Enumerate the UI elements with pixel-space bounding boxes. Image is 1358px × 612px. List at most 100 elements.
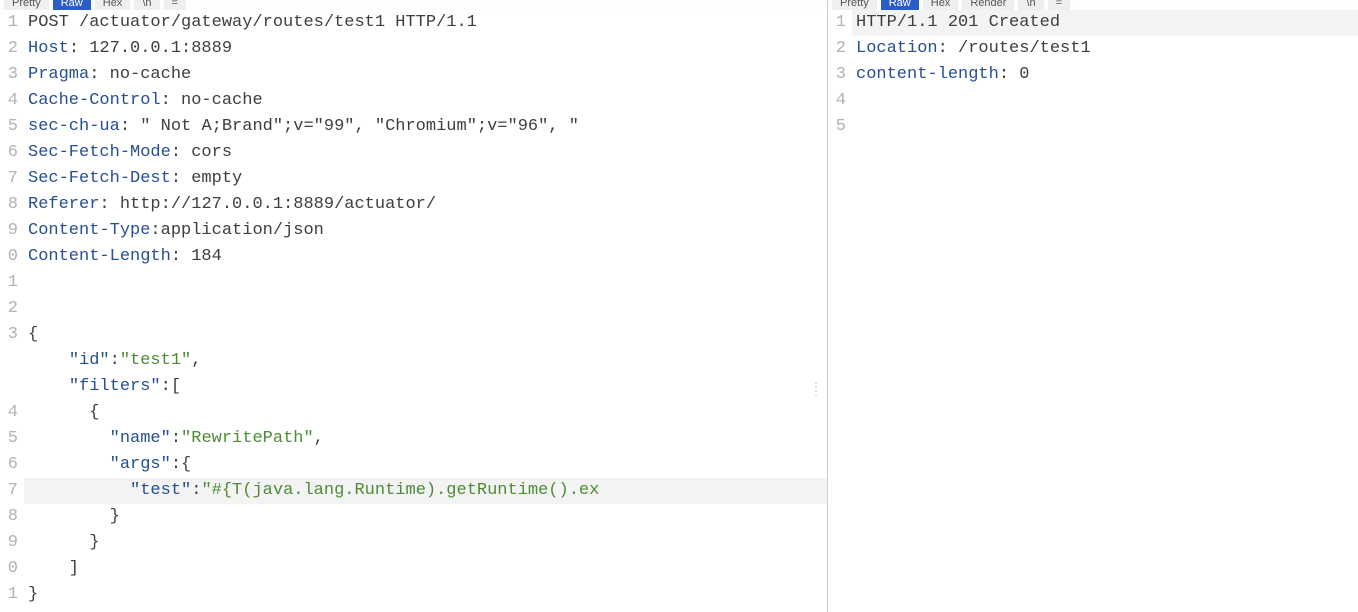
code-token: Content-Length: [28, 247, 171, 266]
request-panel: Pretty Raw Hex \n = 1234567890123 456789…: [0, 0, 828, 612]
code-line[interactable]: }: [24, 582, 827, 608]
code-line[interactable]: Pragma: no-cache: [24, 62, 827, 88]
code-line[interactable]: content-length: 0: [852, 62, 1358, 88]
line-number: 4: [828, 88, 848, 114]
code-token: :: [171, 143, 191, 162]
line-number: 4: [0, 88, 20, 114]
code-token: empty: [191, 169, 242, 188]
resize-handle-icon[interactable]: ⋮⋮: [810, 386, 824, 394]
code-token: Content-Type: [28, 221, 150, 240]
code-token: 184: [191, 247, 222, 266]
tab-newline[interactable]: \n: [1018, 0, 1043, 10]
tab-raw[interactable]: Raw: [53, 0, 91, 10]
line-number: 0: [0, 556, 20, 582]
code-line[interactable]: "test":"#{T(java.lang.Runtime).getRuntim…: [24, 478, 827, 504]
code-line[interactable]: }: [24, 530, 827, 556]
code-token: :: [171, 429, 181, 448]
request-gutter: 1234567890123 45678901: [0, 10, 24, 612]
code-line[interactable]: Location: /routes/test1: [852, 36, 1358, 62]
code-token: [28, 481, 130, 500]
line-number: [0, 348, 20, 374]
tab-newline[interactable]: \n: [134, 0, 159, 10]
line-number: 2: [0, 36, 20, 62]
code-token: [28, 377, 69, 396]
code-line[interactable]: Host: 127.0.0.1:8889: [24, 36, 827, 62]
code-token: "name": [110, 429, 171, 448]
line-number: 3: [0, 62, 20, 88]
code-line[interactable]: [852, 88, 1358, 114]
code-token: Sec-Fetch-Dest: [28, 169, 171, 188]
line-number: 6: [0, 140, 20, 166]
request-editor[interactable]: 1234567890123 45678901 POST /actuator/ga…: [0, 10, 827, 612]
code-line[interactable]: Content-Length: 184: [24, 244, 827, 270]
line-number: 1: [0, 582, 20, 608]
line-number: 3: [0, 322, 20, 348]
code-token: " Not A;Brand";v="99", "Chromium";v="96"…: [140, 117, 579, 136]
code-line[interactable]: HTTP/1.1 201 Created: [852, 10, 1358, 36]
code-token: }: [28, 507, 120, 526]
line-number: 7: [0, 478, 20, 504]
line-number: 4: [0, 400, 20, 426]
tab-render[interactable]: Render: [962, 0, 1014, 10]
code-line[interactable]: "id":"test1",: [24, 348, 827, 374]
line-number: 2: [0, 296, 20, 322]
tab-raw[interactable]: Raw: [881, 0, 919, 10]
tab-hex[interactable]: Hex: [95, 0, 131, 10]
code-token: 127.0.0.1:8889: [89, 39, 232, 58]
code-token: {: [28, 325, 38, 344]
code-token: :: [110, 351, 120, 370]
code-line[interactable]: [24, 270, 827, 296]
code-token: {: [28, 403, 99, 422]
tab-hex[interactable]: Hex: [923, 0, 959, 10]
code-token: }: [28, 533, 99, 552]
code-token: http://127.0.0.1:8889/actuator/: [120, 195, 436, 214]
code-token: :: [191, 481, 201, 500]
code-line[interactable]: ]: [24, 556, 827, 582]
code-token: Pragma: [28, 65, 89, 84]
split-container: Pretty Raw Hex \n = 1234567890123 456789…: [0, 0, 1358, 612]
tab-extra[interactable]: =: [1048, 0, 1070, 10]
line-number: 5: [0, 114, 20, 140]
response-gutter: 12345: [828, 10, 852, 612]
code-token: :: [171, 169, 191, 188]
code-line[interactable]: Sec-Fetch-Mode: cors: [24, 140, 827, 166]
line-number: 1: [0, 10, 20, 36]
response-editor[interactable]: 12345 HTTP/1.1 201 Created Location: /rou…: [828, 10, 1358, 612]
line-number: 5: [828, 114, 848, 140]
code-line[interactable]: {: [24, 322, 827, 348]
tab-pretty[interactable]: Pretty: [832, 0, 877, 10]
line-number: 8: [0, 504, 20, 530]
code-token: content-length: [856, 65, 999, 84]
code-line[interactable]: "args":{: [24, 452, 827, 478]
response-tab-strip: Pretty Raw Hex Render \n =: [828, 0, 1358, 10]
code-line[interactable]: Referer: http://127.0.0.1:8889/actuator/: [24, 192, 827, 218]
code-line[interactable]: Content-Type:application/json: [24, 218, 827, 244]
tab-pretty[interactable]: Pretty: [4, 0, 49, 10]
response-panel: Pretty Raw Hex Render \n = 12345 HTTP/1.…: [828, 0, 1358, 612]
line-number: 1: [828, 10, 848, 36]
code-line[interactable]: Cache-Control: no-cache: [24, 88, 827, 114]
code-token: no-cache: [110, 65, 192, 84]
code-token: :{: [171, 455, 191, 474]
code-line[interactable]: [852, 114, 1358, 140]
code-line[interactable]: Sec-Fetch-Dest: empty: [24, 166, 827, 192]
code-line[interactable]: [24, 296, 827, 322]
tab-extra[interactable]: =: [164, 0, 186, 10]
code-line[interactable]: {: [24, 400, 827, 426]
line-number: 7: [0, 166, 20, 192]
code-line[interactable]: }: [24, 504, 827, 530]
request-code[interactable]: POST /actuator/gateway/routes/test1 HTTP…: [24, 10, 827, 612]
code-token: "#{T(java.lang.Runtime).getRuntime().ex: [201, 481, 599, 500]
code-token: 0: [1019, 65, 1029, 84]
line-number: 3: [828, 62, 848, 88]
code-token: sec-ch-ua: [28, 117, 120, 136]
code-token: /routes/test1: [958, 39, 1091, 58]
code-line[interactable]: "name":"RewritePath",: [24, 426, 827, 452]
line-number: 5: [0, 426, 20, 452]
code-line[interactable]: POST /actuator/gateway/routes/test1 HTTP…: [24, 10, 827, 36]
code-line[interactable]: "filters":[: [24, 374, 827, 400]
code-line[interactable]: sec-ch-ua: " Not A;Brand";v="99", "Chrom…: [24, 114, 827, 140]
code-token: HTTP/1.1 201 Created: [856, 13, 1060, 32]
response-code: HTTP/1.1 201 Created Location: /routes/te…: [852, 10, 1358, 612]
code-token: no-cache: [181, 91, 263, 110]
